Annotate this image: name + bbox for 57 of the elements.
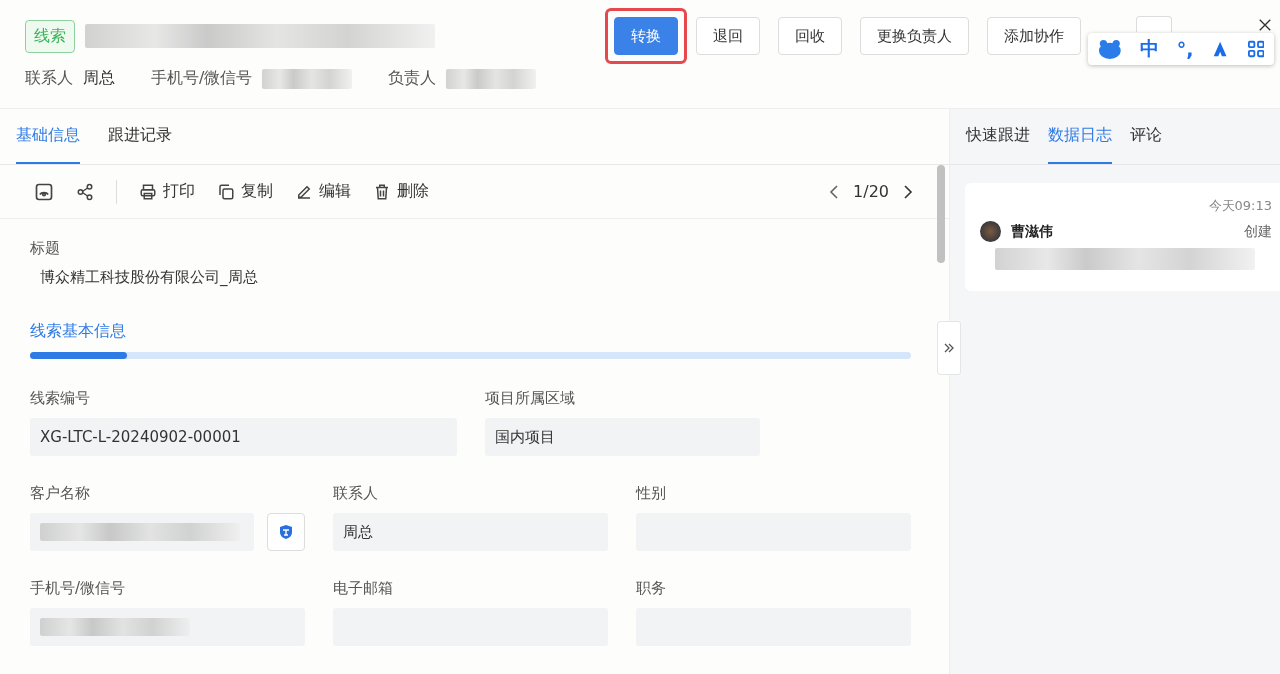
input-field[interactable] [30,513,254,551]
field-label: 手机号/微信号 [30,579,127,598]
printer-icon [139,182,157,201]
scrollbar[interactable] [937,165,945,263]
expand-button[interactable] [937,321,961,375]
previous-icon[interactable] [829,183,840,200]
action-button[interactable]: 更换负责人 [860,17,969,55]
action-button[interactable]: 添加协作 [987,17,1081,55]
field-label: 标题 [30,239,61,258]
field-label: 线索编号 [30,389,91,408]
toolbar-button[interactable]: 打印 [139,181,195,202]
action-button[interactable]: 转换 [614,17,678,55]
trash-icon [373,182,391,201]
copy-icon [217,182,235,201]
field-label: 电子邮箱 [333,579,394,598]
action-button[interactable]: 回收 [778,17,842,55]
action-button[interactable]: 退回 [696,17,760,55]
tab[interactable]: 评论 [1130,109,1162,164]
toolbar-button[interactable]: 复制 [217,181,273,202]
ime-option[interactable]: °, [1176,38,1194,60]
field-label: 客户名称 [30,484,91,503]
preview-icon[interactable] [34,181,54,202]
title-value: 博众精工科技股份有限公司_周总 [40,268,259,287]
toolbar-button[interactable]: 删除 [373,181,429,202]
field-label: 性别 [636,484,667,503]
toolbar-button[interactable]: 编辑 [295,181,351,202]
section-tab[interactable]: 线索基本信息 [30,321,126,342]
tab[interactable]: 快速跟进 [966,109,1030,164]
close-icon[interactable] [1258,18,1272,32]
shield-button[interactable] [267,513,305,551]
tab[interactable]: 基础信息 [16,109,80,164]
shield-icon [279,524,293,540]
avatar [980,221,1001,242]
field-label: 职务 [636,579,667,598]
input-field[interactable]: 国内项目 [485,418,760,456]
grid-icon[interactable] [1247,40,1264,58]
field-label: 联系人 [333,484,379,503]
log-action: 创建 [1244,222,1272,241]
meta-label: 手机号/微信号 [151,68,253,89]
log-time: 今天09:13 [1208,197,1272,215]
field-label: 项目所属区域 [485,389,576,408]
tab[interactable]: 跟进记录 [108,109,172,164]
user-name: 曹滋伟 [1011,222,1053,241]
tab[interactable]: 数据日志 [1048,109,1112,164]
double-chevron-icon [943,342,955,354]
meta-label: 负责人 [388,68,437,89]
share-icon[interactable] [76,182,94,201]
meta-value: 周总 [83,68,115,89]
meta-label: 联系人 [25,68,73,89]
bear-paw-icon[interactable] [1098,38,1122,60]
next-icon[interactable] [903,183,913,200]
input-field[interactable] [30,608,305,646]
input-field[interactable]: 周总 [333,513,608,551]
input-field[interactable]: XG-LTC-L-20240902-00001 [30,418,457,456]
lead-tag: 线索 [25,19,75,53]
pager-text: 1/20 [853,182,889,201]
ime-option[interactable]: 中 [1139,36,1159,62]
